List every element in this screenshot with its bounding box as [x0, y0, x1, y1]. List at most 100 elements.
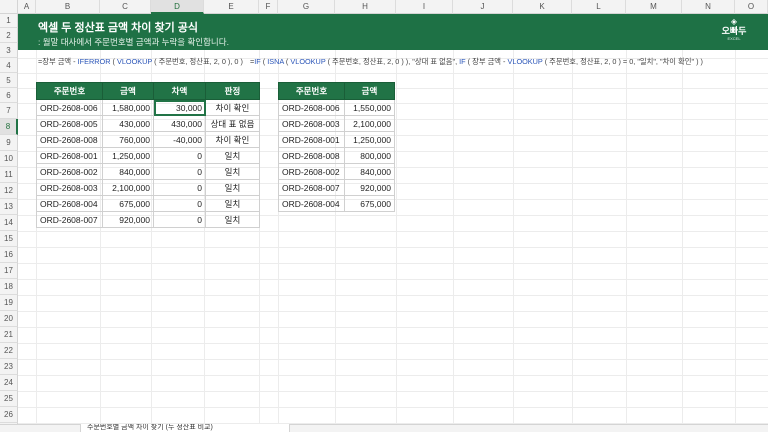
ledger-order-cell[interactable]: ORD-2608-007: [36, 211, 103, 228]
ledger-amount-cell[interactable]: 1,250,000: [102, 147, 154, 164]
ledger-order-cell[interactable]: ORD-2608-004: [36, 195, 103, 212]
settlement-amount-cell[interactable]: 840,000: [344, 163, 395, 180]
row-header[interactable]: 10: [0, 151, 18, 167]
ledger-amount-cell[interactable]: 760,000: [102, 131, 154, 148]
row-header[interactable]: 1: [0, 14, 18, 28]
ledger-diff-cell[interactable]: 0: [153, 163, 206, 180]
row-header[interactable]: 4: [0, 58, 18, 73]
column-header[interactable]: L: [572, 0, 626, 14]
row-header[interactable]: 16: [0, 247, 18, 263]
row-header[interactable]: 3: [0, 43, 18, 58]
settlement-order-cell[interactable]: ORD-2608-002: [278, 163, 345, 180]
ledger-diff-cell[interactable]: 430,000: [153, 115, 206, 132]
row-header[interactable]: 11: [0, 167, 18, 183]
column-header[interactable]: B: [36, 0, 100, 14]
row-header[interactable]: 6: [0, 88, 18, 103]
table-row: ORD-2608-008 800,000: [278, 147, 395, 164]
spreadsheet-grid[interactable]: ABCDEFGHIJKLMNOP 12345678910111213141516…: [0, 0, 768, 432]
row-header[interactable]: 12: [0, 183, 18, 199]
ledger-verdict-cell[interactable]: 일치: [205, 163, 260, 180]
row-gridline: [18, 375, 768, 376]
table-row: ORD-2608-001 1,250,000 0 일치: [36, 147, 260, 164]
settlement-order-cell[interactable]: ORD-2608-001: [278, 131, 345, 148]
row-header[interactable]: 22: [0, 343, 18, 359]
settlement-order-cell[interactable]: ORD-2608-006: [278, 99, 345, 116]
row-gridline: [18, 295, 768, 296]
ledger-amount-cell[interactable]: 920,000: [102, 211, 154, 228]
column-header[interactable]: A: [18, 0, 36, 14]
row-header[interactable]: 9: [0, 135, 18, 151]
ledger-diff-cell[interactable]: 0: [153, 195, 206, 212]
column-header[interactable]: H: [335, 0, 396, 14]
column-header[interactable]: O: [735, 0, 768, 14]
settlement-header-cell[interactable]: 금액: [344, 82, 395, 100]
ledger-header-cell[interactable]: 판정: [205, 82, 260, 100]
settlement-header-cell[interactable]: 주문번호: [278, 82, 345, 100]
ledger-order-cell[interactable]: ORD-2608-002: [36, 163, 103, 180]
settlement-amount-cell[interactable]: 2,100,000: [344, 115, 395, 132]
select-all-corner[interactable]: [0, 0, 18, 14]
settlement-amount-cell[interactable]: 1,550,000: [344, 99, 395, 116]
row-header[interactable]: 8: [0, 119, 18, 135]
row-header[interactable]: 26: [0, 407, 18, 423]
row-header[interactable]: 25: [0, 391, 18, 407]
ledger-diff-cell[interactable]: 0: [153, 147, 206, 164]
sheet-tab[interactable]: 주문번호별 금액 차이 찾기 (두 정산표 비교): [80, 424, 290, 432]
ledger-amount-cell[interactable]: 1,580,000: [102, 99, 154, 116]
row-header[interactable]: 2: [0, 28, 18, 43]
ledger-amount-cell[interactable]: 840,000: [102, 163, 154, 180]
column-header[interactable]: E: [204, 0, 259, 14]
column-header[interactable]: N: [682, 0, 735, 14]
ledger-diff-cell[interactable]: 0: [153, 211, 206, 228]
ledger-verdict-cell[interactable]: 일치: [205, 147, 260, 164]
row-header[interactable]: 21: [0, 327, 18, 343]
row-header[interactable]: 5: [0, 73, 18, 88]
ledger-amount-cell[interactable]: 675,000: [102, 195, 154, 212]
ledger-verdict-cell[interactable]: 차이 확인: [205, 99, 260, 116]
ledger-verdict-cell[interactable]: 차이 확인: [205, 131, 260, 148]
column-header[interactable]: M: [626, 0, 682, 14]
settlement-amount-cell[interactable]: 800,000: [344, 147, 395, 164]
row-header[interactable]: 17: [0, 263, 18, 279]
ledger-verdict-cell[interactable]: 일치: [205, 179, 260, 196]
column-header[interactable]: I: [396, 0, 453, 14]
settlement-amount-cell[interactable]: 1,250,000: [344, 131, 395, 148]
column-header[interactable]: J: [453, 0, 513, 14]
settlement-amount-cell[interactable]: 675,000: [344, 195, 395, 212]
settlement-order-cell[interactable]: ORD-2608-007: [278, 179, 345, 196]
ledger-amount-cell[interactable]: 430,000: [102, 115, 154, 132]
ledger-diff-cell[interactable]: -40,000: [153, 131, 206, 148]
row-header[interactable]: 13: [0, 199, 18, 215]
ledger-verdict-cell[interactable]: 일치: [205, 195, 260, 212]
ledger-order-cell[interactable]: ORD-2608-006: [36, 99, 103, 116]
settlement-order-cell[interactable]: ORD-2608-003: [278, 115, 345, 132]
settlement-order-cell[interactable]: ORD-2608-004: [278, 195, 345, 212]
ledger-verdict-cell[interactable]: 상대 표 없음: [205, 115, 260, 132]
ledger-order-cell[interactable]: ORD-2608-005: [36, 115, 103, 132]
row-header[interactable]: 23: [0, 359, 18, 375]
ledger-header-cell[interactable]: 주문번호: [36, 82, 103, 100]
column-header[interactable]: F: [259, 0, 278, 14]
row-header[interactable]: 20: [0, 311, 18, 327]
settlement-amount-cell[interactable]: 920,000: [344, 179, 395, 196]
row-header[interactable]: 14: [0, 215, 18, 231]
column-header[interactable]: K: [513, 0, 572, 14]
ledger-header-cell[interactable]: 차액: [153, 82, 206, 100]
ledger-amount-cell[interactable]: 2,100,000: [102, 179, 154, 196]
row-header[interactable]: 24: [0, 375, 18, 391]
ledger-diff-cell[interactable]: 0: [153, 179, 206, 196]
row-header[interactable]: 15: [0, 231, 18, 247]
row-header[interactable]: 19: [0, 295, 18, 311]
ledger-diff-cell[interactable]: 30,000: [153, 99, 206, 116]
ledger-verdict-cell[interactable]: 일치: [205, 211, 260, 228]
column-header[interactable]: C: [100, 0, 151, 14]
column-header[interactable]: D: [151, 0, 204, 14]
ledger-order-cell[interactable]: ORD-2608-001: [36, 147, 103, 164]
row-header[interactable]: 18: [0, 279, 18, 295]
row-header[interactable]: 7: [0, 103, 18, 119]
ledger-order-cell[interactable]: ORD-2608-003: [36, 179, 103, 196]
column-header[interactable]: G: [278, 0, 335, 14]
ledger-header-cell[interactable]: 금액: [102, 82, 154, 100]
settlement-order-cell[interactable]: ORD-2608-008: [278, 147, 345, 164]
ledger-order-cell[interactable]: ORD-2608-008: [36, 131, 103, 148]
